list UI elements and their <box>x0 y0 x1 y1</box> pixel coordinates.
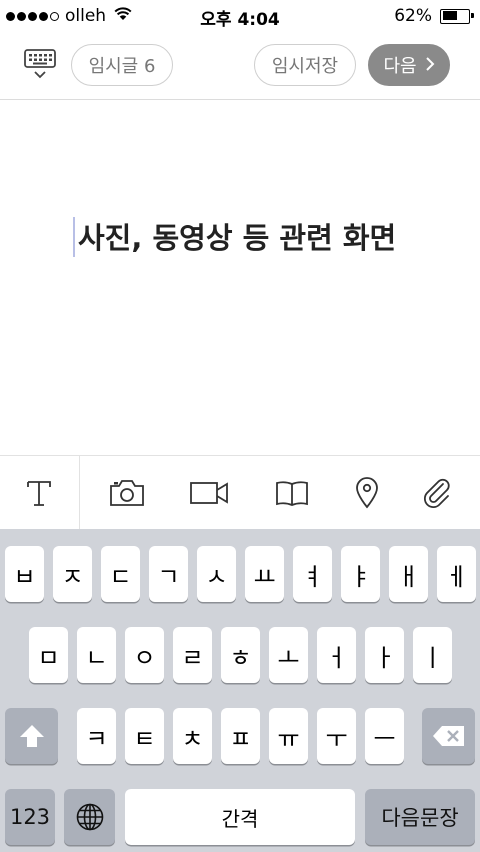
video-icon[interactable] <box>187 472 231 514</box>
key-yeo[interactable]: ㅕ <box>293 546 332 602</box>
editor-toolbar: 임시글 6 임시저장 다음 <box>0 32 480 100</box>
save-draft-button[interactable]: 임시저장 <box>254 44 356 86</box>
paperclip-icon[interactable] <box>414 472 458 514</box>
key-digeut[interactable]: ㄷ <box>101 546 140 602</box>
next-button-label: 다음 <box>383 56 417 77</box>
drafts-button[interactable]: 임시글 6 <box>71 44 173 86</box>
key-eo[interactable]: ㅓ <box>317 627 356 683</box>
numbers-key[interactable]: 123 <box>5 789 55 845</box>
key-ya[interactable]: ㅑ <box>341 546 380 602</box>
key-yu[interactable]: ㅠ <box>269 708 308 764</box>
key-yo[interactable]: ㅛ <box>245 546 284 602</box>
text-caret <box>73 217 75 257</box>
camera-icon[interactable] <box>105 472 149 514</box>
shift-arrow-icon <box>19 725 44 747</box>
key-a[interactable]: ㅏ <box>365 627 404 683</box>
text-format-icon[interactable] <box>17 472 61 514</box>
key-ae[interactable]: ㅐ <box>389 546 428 602</box>
book-icon[interactable] <box>270 472 314 514</box>
key-siot[interactable]: ㅅ <box>197 546 236 602</box>
return-key[interactable]: 다음문장 <box>365 789 475 845</box>
location-pin-icon[interactable] <box>345 472 389 514</box>
key-tieut[interactable]: ㅌ <box>125 708 164 764</box>
next-button[interactable]: 다음 <box>368 44 450 86</box>
key-mieum[interactable]: ㅁ <box>29 627 68 683</box>
key-i[interactable]: ㅣ <box>413 627 452 683</box>
key-bieup[interactable]: ㅂ <box>5 546 44 602</box>
key-chieut[interactable]: ㅊ <box>173 708 212 764</box>
korean-keyboard: ㅂ ㅈ ㄷ ㄱ ㅅ ㅛ ㅕ ㅑ ㅐ ㅔ ㅁ ㄴ ㅇ ㄹ ㅎ ㅗ ㅓ ㅏ ㅣ ㅋ … <box>0 529 480 852</box>
battery-percent: 62% <box>394 6 432 26</box>
battery-icon <box>440 8 474 24</box>
shift-key[interactable] <box>5 708 58 764</box>
delete-key[interactable] <box>422 708 475 764</box>
key-jieut[interactable]: ㅈ <box>53 546 92 602</box>
backspace-icon <box>432 726 464 746</box>
key-kieuk[interactable]: ㅋ <box>77 708 116 764</box>
key-e[interactable]: ㅔ <box>437 546 476 602</box>
key-giyeok[interactable]: ㄱ <box>149 546 188 602</box>
globe-icon <box>76 803 103 831</box>
attach-toolbar <box>0 455 480 530</box>
key-rieul[interactable]: ㄹ <box>173 627 212 683</box>
key-o[interactable]: ㅗ <box>269 627 308 683</box>
key-ieung[interactable]: ㅇ <box>125 627 164 683</box>
key-nieun[interactable]: ㄴ <box>77 627 116 683</box>
battery-tip <box>471 13 474 18</box>
key-eu[interactable]: ㅡ <box>365 708 404 764</box>
editor-area[interactable]: 사진, 동영상 등 관련 화면 <box>0 101 480 455</box>
key-hieut[interactable]: ㅎ <box>221 627 260 683</box>
battery-fill <box>442 11 458 20</box>
attach-divider <box>79 456 80 530</box>
chevron-right-icon <box>425 53 435 77</box>
battery-status: 62% <box>394 6 474 26</box>
status-bar: olleh 오후 4:04 62% <box>0 0 480 32</box>
key-u[interactable]: ㅜ <box>317 708 356 764</box>
editor-content[interactable]: 사진, 동영상 등 관련 화면 <box>78 215 396 257</box>
globe-key[interactable] <box>64 789 115 845</box>
key-pieup[interactable]: ㅍ <box>221 708 260 764</box>
keyboard-toggle-icon[interactable] <box>22 46 58 82</box>
space-key[interactable]: 간격 <box>125 789 355 845</box>
